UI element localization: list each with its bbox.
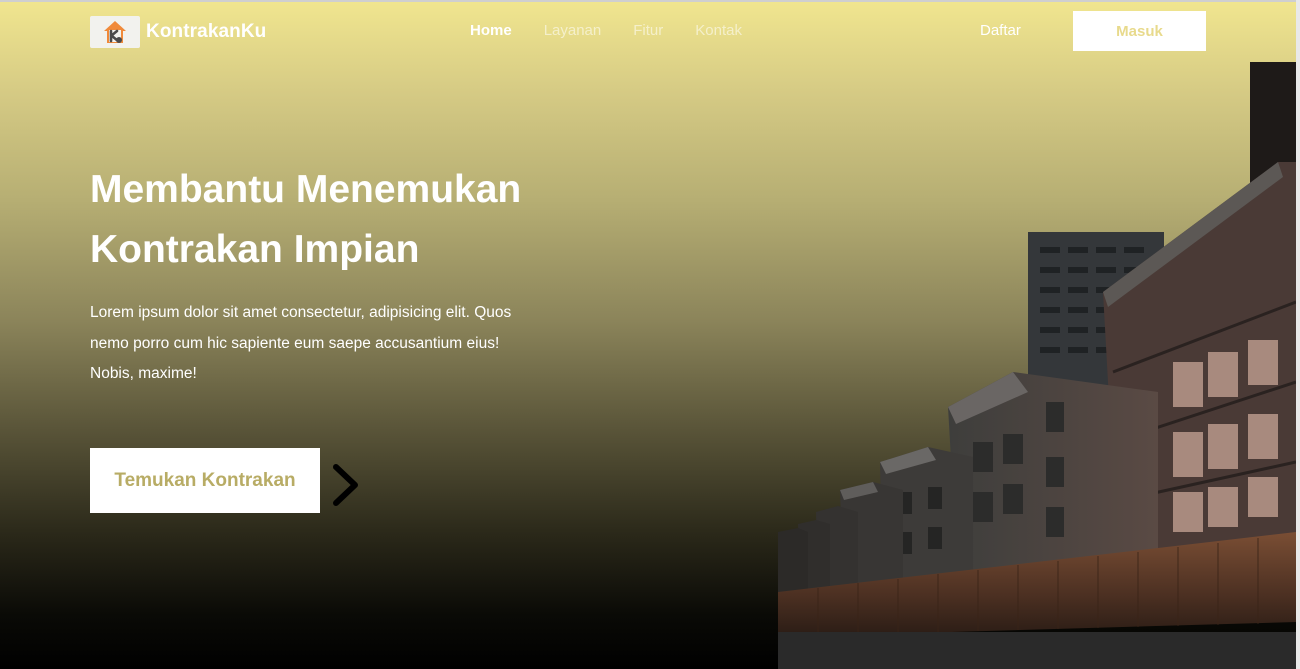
brand-name: KontrakanKu	[146, 21, 267, 42]
login-button[interactable]: Masuk	[1073, 11, 1206, 51]
house-key-logo-icon	[90, 16, 140, 48]
nav-link-fitur[interactable]: Fitur	[633, 22, 663, 39]
hero-title-line2: Kontrakan Impian	[90, 228, 420, 271]
nav-link-home[interactable]: Home	[470, 22, 512, 39]
hero-description: Lorem ipsum dolor sit amet consectetur, …	[90, 304, 512, 382]
navbar: KontrakanKu Home Layanan Fitur Kontak Da…	[0, 0, 1300, 62]
apartment-buildings-photo	[778, 62, 1297, 669]
register-link[interactable]: Daftar	[980, 22, 1021, 39]
chevron-right-icon[interactable]	[330, 462, 362, 508]
nav-link-layanan[interactable]: Layanan	[544, 22, 602, 39]
hero-section: KontrakanKu Home Layanan Fitur Kontak Da…	[0, 0, 1300, 669]
nav-link-kontak[interactable]: Kontak	[695, 22, 742, 39]
brand-logo[interactable]: KontrakanKu	[90, 16, 266, 48]
hero-title: Membantu Menemukan Kontrakan Impian	[90, 160, 610, 280]
hero-title-line1: Membantu Menemukan	[90, 168, 522, 211]
nav-links: Home Layanan Fitur Kontak	[470, 22, 742, 39]
find-kontrakan-button[interactable]: Temukan Kontrakan	[90, 448, 320, 513]
top-border	[0, 0, 1300, 2]
scrollbar-track[interactable]	[1296, 0, 1300, 669]
